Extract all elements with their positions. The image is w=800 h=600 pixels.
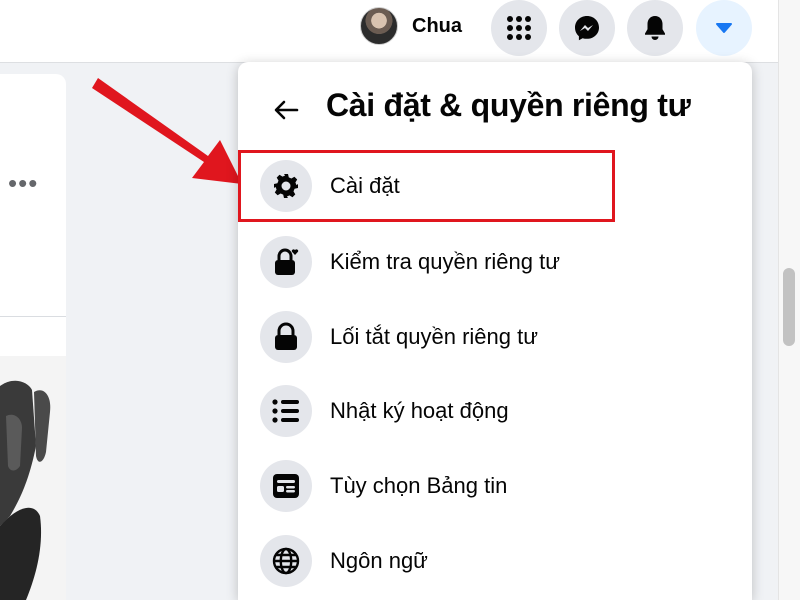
messenger-icon	[575, 16, 599, 41]
menu-item-label: Tùy chọn Bảng tin	[330, 473, 508, 498]
menu-item-language[interactable]: Ngôn ngữ	[238, 526, 752, 596]
lock-heart-icon	[275, 248, 299, 275]
menu-item-label: Kiểm tra quyền riêng tư	[330, 249, 560, 274]
menu-item-label: Lối tắt quyền riêng tư	[330, 324, 538, 349]
annotation-arrow	[92, 78, 242, 184]
photo-image-icon	[0, 380, 51, 600]
profile-button[interactable]: Chua	[356, 4, 474, 48]
post-photo	[0, 356, 66, 600]
menu-header: Cài đặt & quyền riêng tư	[238, 76, 752, 140]
more-options-icon[interactable]: •••	[8, 170, 38, 196]
page-scrollbar-thumb[interactable]	[783, 268, 795, 346]
lock-icon	[275, 322, 297, 350]
notifications-bell-icon	[645, 16, 665, 40]
back-arrow-icon	[274, 100, 299, 120]
settings-privacy-menu: Cài đặt & quyền riêng tư Cài đặt Kiểm tr…	[238, 62, 752, 600]
messenger-button[interactable]	[559, 0, 615, 56]
menu-item-activity-log[interactable]: Nhật ký hoạt động	[238, 376, 752, 446]
highlight-box	[238, 150, 615, 222]
divider	[0, 316, 66, 317]
avatar	[360, 7, 398, 45]
profile-name: Chua	[412, 14, 462, 37]
globe-icon	[272, 547, 300, 575]
back-button[interactable]	[260, 84, 312, 136]
menu-title: Cài đặt & quyền riêng tư	[326, 87, 691, 123]
menu-grid-icon	[507, 16, 531, 40]
list-icon	[272, 399, 299, 423]
menu-button[interactable]	[491, 0, 547, 56]
menu-item-news-feed-preferences[interactable]: Tùy chọn Bảng tin	[238, 451, 752, 521]
notifications-button[interactable]	[627, 0, 683, 56]
account-button[interactable]	[696, 0, 752, 56]
account-caret-icon	[716, 23, 732, 33]
news-feed-icon	[273, 474, 299, 498]
menu-item-privacy-checkup[interactable]: Kiểm tra quyền riêng tư	[238, 227, 752, 297]
menu-item-privacy-shortcuts[interactable]: Lối tắt quyền riêng tư	[238, 302, 752, 372]
menu-item-label: Ngôn ngữ	[330, 548, 428, 573]
menu-item-label: Nhật ký hoạt động	[330, 398, 509, 423]
